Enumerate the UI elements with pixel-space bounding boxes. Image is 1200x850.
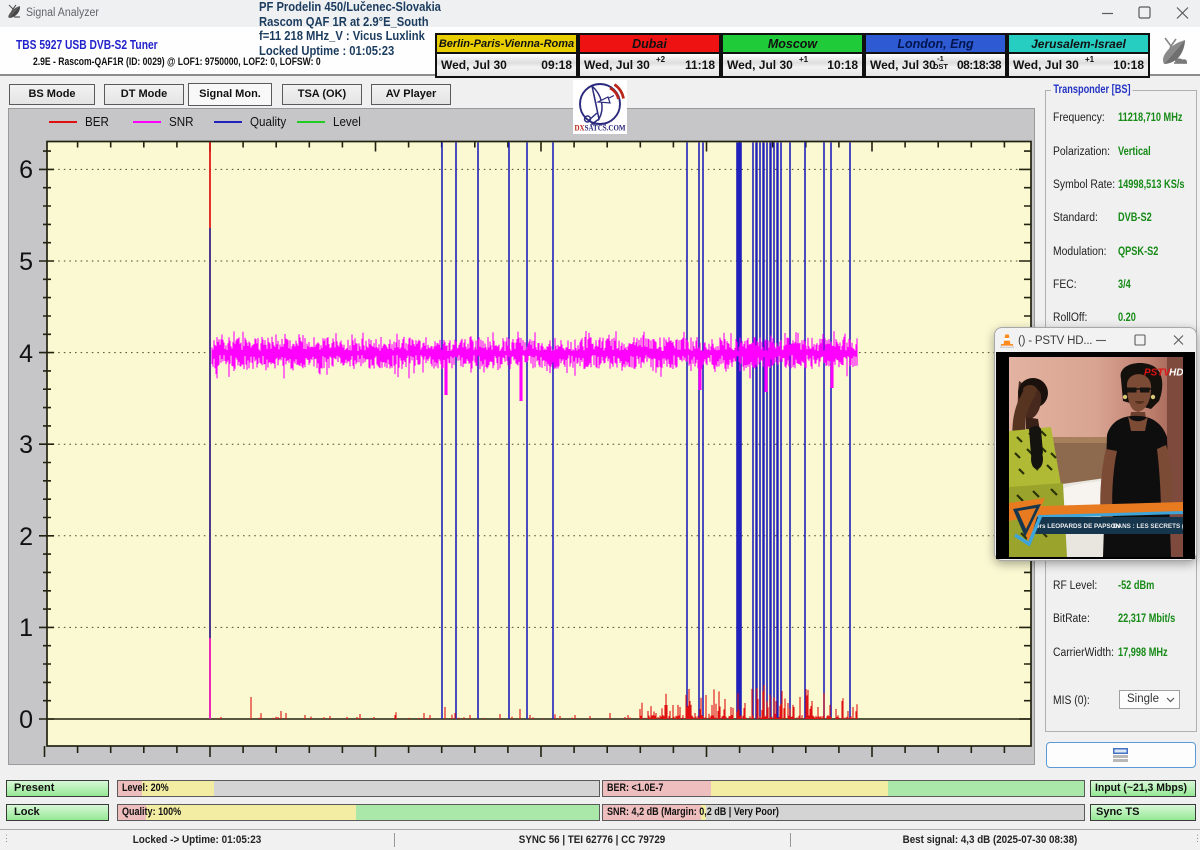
svg-text:1: 1 <box>19 614 33 642</box>
svg-text:DXSATCS.COM: DXSATCS.COM <box>575 124 626 133</box>
svg-text:HD: HD <box>1169 368 1183 379</box>
svg-text:PSTV: PSTV <box>1144 368 1171 379</box>
svg-text:5: 5 <box>19 248 33 276</box>
svg-text:2: 2 <box>19 523 33 551</box>
svg-text:DANS : LES SECRETS ((+24382537: DANS : LES SECRETS ((+24382537 <box>1113 523 1183 530</box>
svg-text:3: 3 <box>19 431 33 459</box>
svg-text:Drs LEOPARDS DE PAPSON: Drs LEOPARDS DE PAPSON <box>1035 523 1121 530</box>
svg-text:0: 0 <box>19 706 33 734</box>
svg-text:6: 6 <box>19 156 33 184</box>
svg-text:4: 4 <box>19 340 33 368</box>
